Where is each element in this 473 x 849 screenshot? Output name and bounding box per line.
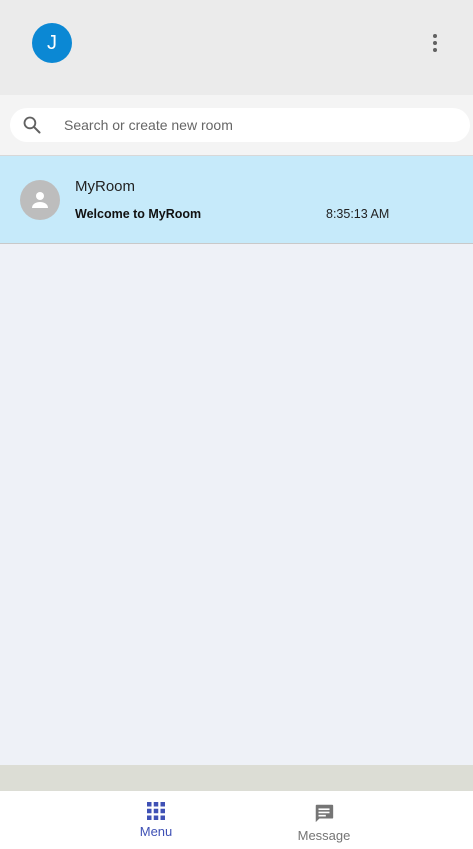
search-icon bbox=[23, 116, 41, 134]
user-avatar[interactable]: J bbox=[32, 23, 72, 63]
more-dot bbox=[433, 48, 437, 52]
more-dot bbox=[433, 41, 437, 45]
room-name: MyRoom bbox=[75, 178, 136, 195]
bottom-navigation: Menu Message bbox=[0, 791, 473, 849]
search-box bbox=[10, 108, 470, 142]
search-bar-container bbox=[0, 95, 473, 156]
nav-message-label: Message bbox=[297, 828, 351, 843]
room-last-message: Welcome to MyRoom bbox=[75, 207, 202, 221]
apps-grid-icon bbox=[147, 802, 165, 820]
person-icon bbox=[32, 192, 48, 208]
nav-menu-label: Menu bbox=[139, 824, 173, 839]
more-vert-icon[interactable] bbox=[423, 30, 447, 56]
nav-message-button[interactable]: Message bbox=[279, 802, 369, 843]
search-input[interactable] bbox=[64, 115, 454, 135]
room-timestamp: 8:35:13 AM bbox=[326, 207, 390, 221]
more-dot bbox=[433, 34, 437, 38]
app-header: J bbox=[0, 0, 473, 95]
bottom-divider-strip bbox=[0, 765, 473, 791]
room-avatar bbox=[20, 180, 60, 220]
nav-menu-button[interactable]: Menu bbox=[111, 802, 201, 839]
message-icon bbox=[315, 804, 334, 823]
room-list-item[interactable]: MyRoom Welcome to MyRoom 8:35:13 AM bbox=[0, 156, 473, 244]
room-list: MyRoom Welcome to MyRoom 8:35:13 AM bbox=[0, 156, 473, 244]
